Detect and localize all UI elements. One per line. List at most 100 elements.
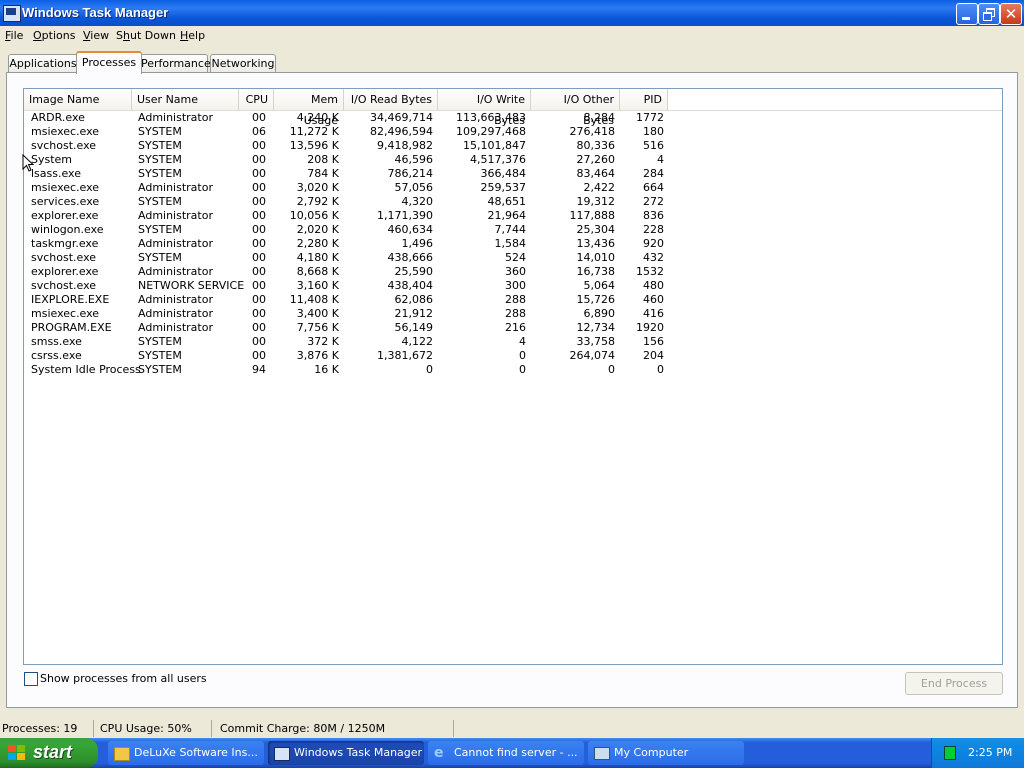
start-button[interactable]: start — [0, 738, 98, 768]
taskbar: start DeLuXe Software Ins... Windows Tas… — [0, 738, 1024, 768]
table-row[interactable]: svchost.exe SYSTEM 00 13,596 K 9,418,982 15,1… — [24, 139, 724, 153]
cell-user-name: Administrator — [138, 321, 213, 334]
tab-networking[interactable]: Networking — [210, 54, 276, 72]
restore-button[interactable] — [978, 3, 1000, 25]
column-io-read[interactable]: I/O Read Bytes — [344, 89, 438, 110]
cell-cpu: 94 — [252, 363, 266, 376]
cell-image-name: IEXPLORE.EXE — [31, 293, 110, 306]
taskbar-item-label: Windows Task Manager — [294, 746, 423, 759]
taskbar-item-deluxe[interactable]: DeLuXe Software Ins... — [108, 741, 264, 765]
taskbar-item-task-manager[interactable]: Windows Task Manager — [268, 741, 424, 765]
column-io-other[interactable]: I/O Other Bytes — [531, 89, 620, 127]
cell-cpu: 00 — [252, 279, 266, 292]
table-row[interactable]: explorer.exe Administrator 00 8,668 K 25,590… — [24, 265, 724, 279]
cell-mem-usage: 372 K — [307, 335, 339, 348]
cell-image-name: ARDR.exe — [31, 111, 85, 124]
table-row[interactable]: PROGRAM.EXE Administrator 00 7,756 K 56,149 2… — [24, 321, 724, 335]
column-io-write[interactable]: I/O Write Bytes — [438, 89, 531, 127]
windows-logo-icon — [8, 745, 26, 761]
status-cpu-usage: CPU Usage: 50% — [98, 720, 212, 737]
cell-image-name: svchost.exe — [31, 251, 97, 264]
table-row[interactable]: explorer.exe Administrator 00 10,056 K 1,171… — [24, 209, 724, 223]
cell-mem-usage: 784 K — [307, 167, 339, 180]
cell-io-other: 33,758 — [576, 335, 616, 348]
menu-view[interactable]: View — [83, 29, 109, 42]
menu-file[interactable]: File — [5, 29, 23, 42]
tab-processes[interactable]: Processes — [76, 51, 142, 74]
table-row[interactable]: msiexec.exe Administrator 00 3,020 K 57,056 2… — [24, 181, 724, 195]
taskbar-item-my-computer[interactable]: My Computer — [588, 741, 744, 765]
cell-image-name: winlogon.exe — [31, 223, 104, 236]
table-row[interactable]: System SYSTEM 00 208 K 46,596 4,517,376 27,260… — [24, 153, 724, 167]
cell-io-read: 4,320 — [401, 195, 434, 208]
cell-io-other: 83,464 — [576, 167, 616, 180]
cell-io-read: 25,590 — [394, 265, 434, 278]
cell-user-name: SYSTEM — [138, 363, 182, 376]
table-row[interactable]: ARDR.exe Administrator 00 4,240 K 34,469,714… — [24, 111, 724, 125]
cell-pid: 1920 — [636, 321, 664, 334]
cell-cpu: 00 — [252, 167, 266, 180]
cell-io-other: 16,738 — [576, 265, 616, 278]
show-all-users-checkbox[interactable] — [24, 672, 38, 686]
cpu-meter-icon[interactable] — [944, 746, 956, 760]
close-button[interactable]: ✕ — [1000, 3, 1022, 25]
column-user-name[interactable]: User Name — [132, 89, 239, 110]
cell-io-write: 524 — [505, 251, 526, 264]
cell-io-read: 56,149 — [394, 321, 434, 334]
cell-pid: 480 — [643, 279, 664, 292]
column-mem-usage[interactable]: Mem Usage — [274, 89, 344, 127]
cell-io-other: 276,418 — [569, 125, 616, 138]
cell-pid: 156 — [643, 335, 664, 348]
cell-mem-usage: 2,020 K — [296, 223, 339, 236]
table-row[interactable]: svchost.exe NETWORK SERVICE 00 3,160 K 438,4… — [24, 279, 724, 293]
table-row[interactable]: services.exe SYSTEM 00 2,792 K 4,320 48,651 19… — [24, 195, 724, 209]
cell-io-other: 15,726 — [576, 293, 616, 306]
table-row[interactable]: lsass.exe SYSTEM 00 784 K 786,214 366,484 83,4… — [24, 167, 724, 181]
cell-io-write: 300 — [505, 279, 526, 292]
show-all-users-label[interactable]: Show processes from all users — [40, 672, 207, 685]
column-pid[interactable]: PID — [620, 89, 668, 110]
tab-performance[interactable]: Performance — [140, 54, 211, 72]
system-tray: 2:25 PM — [931, 738, 1024, 768]
menu-bar: File Options View Shut Down Help — [0, 26, 1024, 46]
tab-applications[interactable]: Applications — [8, 54, 78, 72]
cell-io-read: 786,214 — [387, 167, 434, 180]
table-row[interactable]: msiexec.exe SYSTEM 06 11,272 K 82,496,594 109… — [24, 125, 724, 139]
cell-pid: 228 — [643, 223, 664, 236]
start-label: start — [33, 742, 73, 762]
cell-user-name: Administrator — [138, 265, 213, 278]
menu-shut-down[interactable]: Shut Down — [116, 29, 176, 42]
cell-cpu: 00 — [252, 321, 266, 334]
menu-options[interactable]: Options — [33, 29, 75, 42]
cell-io-write: 4,517,376 — [470, 153, 526, 166]
cell-io-write: 366,484 — [480, 167, 527, 180]
table-row[interactable]: smss.exe SYSTEM 00 372 K 4,122 4 33,758 156 — [24, 335, 724, 349]
column-image-name[interactable]: Image Name — [24, 89, 132, 110]
cell-io-read: 82,496,594 — [370, 125, 433, 138]
menu-help[interactable]: Help — [180, 29, 205, 42]
column-cpu[interactable]: CPU — [239, 89, 274, 110]
cell-io-read: 4,122 — [401, 335, 434, 348]
table-row[interactable]: msiexec.exe Administrator 00 3,400 K 21,912 2… — [24, 307, 724, 321]
cell-user-name: Administrator — [138, 111, 213, 124]
table-row[interactable]: System Idle Process SYSTEM 94 16 K 0 0 0 0 — [24, 363, 724, 377]
cell-mem-usage: 4,180 K — [296, 251, 339, 264]
minimize-button[interactable] — [956, 3, 978, 25]
cell-pid: 432 — [643, 251, 664, 264]
table-row[interactable]: csrss.exe SYSTEM 00 3,876 K 1,381,672 0 264,07… — [24, 349, 724, 363]
process-list[interactable]: Image Name User Name CPU Mem Usage I/O R… — [23, 88, 1003, 665]
table-row[interactable]: taskmgr.exe Administrator 00 2,280 K 1,496 1,… — [24, 237, 724, 251]
table-row[interactable]: IEXPLORE.EXE Administrator 00 11,408 K 62,08… — [24, 293, 724, 307]
cell-io-write: 113,663,483 — [456, 111, 526, 124]
cell-io-write: 259,537 — [480, 181, 527, 194]
cell-io-read: 21,912 — [394, 307, 434, 320]
table-row[interactable]: winlogon.exe SYSTEM 00 2,020 K 460,634 7,744 2… — [24, 223, 724, 237]
taskbar-item-ie[interactable]: e Cannot find server - ... — [428, 741, 584, 765]
clock[interactable]: 2:25 PM — [968, 746, 1012, 759]
cell-image-name: csrss.exe — [31, 349, 82, 362]
table-row[interactable]: svchost.exe SYSTEM 00 4,180 K 438,666 524 14,0… — [24, 251, 724, 265]
cell-pid: 0 — [657, 363, 664, 376]
cell-user-name: SYSTEM — [138, 195, 182, 208]
cell-user-name: SYSTEM — [138, 335, 182, 348]
end-process-button[interactable]: End Process — [905, 672, 1003, 695]
